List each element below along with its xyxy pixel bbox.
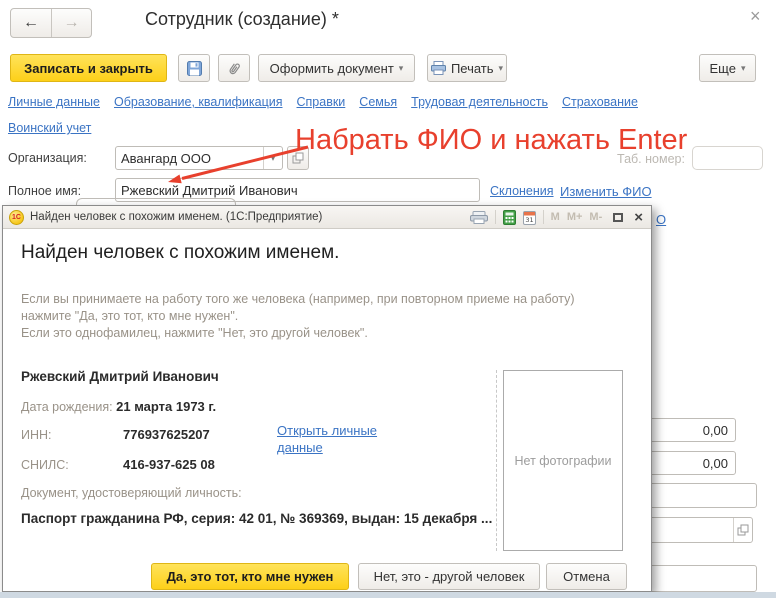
person-full-name: Ржевский Дмитрий Иванович: [21, 369, 219, 384]
tab-military-record[interactable]: Воинский учет: [8, 121, 91, 135]
tab-certificates[interactable]: Справки: [297, 95, 346, 109]
memory-m-button: M: [550, 211, 560, 223]
identity-document-value: Паспорт гражданина РФ, серия: 42 01, № 3…: [21, 511, 493, 526]
calculator-icon[interactable]: [502, 209, 516, 225]
no-photo-label: Нет фотографии: [514, 453, 612, 468]
memory-mminus-button: M-: [589, 211, 603, 223]
floppy-icon: [186, 60, 202, 76]
chevron-down-icon: ▾: [740, 62, 746, 73]
tab-number-input[interactable]: [692, 146, 763, 170]
open-personal-data-link[interactable]: Открыть личные данные: [277, 422, 392, 456]
print-button[interactable]: Печать ▾: [427, 54, 507, 82]
dialog-titlebar[interactable]: 1С Найден человек с похожим именем. (1С:…: [3, 206, 651, 229]
dialog-heading: Найден человек с похожим именем.: [21, 242, 340, 263]
annotation-text: Набрать ФИО и нажать Enter: [295, 124, 688, 156]
birth-date-label: Дата рождения:: [21, 400, 113, 414]
paperclip-icon: [224, 58, 245, 79]
dialog-close-button[interactable]: ×: [634, 210, 643, 225]
declensions-link[interactable]: Склонения: [490, 184, 554, 198]
birth-date-value: 21 марта 1973 г.: [116, 399, 217, 414]
more-button[interactable]: Еще ▾: [699, 54, 756, 82]
titlebar-separator: [494, 210, 496, 224]
identity-document-label: Документ, удостоверяющий личность:: [21, 486, 242, 500]
birth-date-row: Дата рождения: 21 марта 1973 г.: [21, 399, 216, 414]
issue-document-button[interactable]: Оформить документ ▾: [258, 54, 415, 82]
background-open-button[interactable]: [733, 518, 752, 542]
full-name-label: Полное имя:: [8, 184, 82, 198]
close-icon: ×: [750, 6, 761, 26]
close-icon: ×: [634, 208, 643, 226]
photo-placeholder: Нет фотографии: [503, 370, 623, 551]
inn-value: 776937625207: [123, 427, 210, 442]
save-data-icon[interactable]: [469, 210, 488, 224]
inn-label: ИНН:: [21, 428, 52, 442]
similar-person-dialog: 1С Найден человек с похожим именем. (1С:…: [2, 205, 652, 592]
dialog-maximize-button[interactable]: [613, 212, 624, 222]
attach-button[interactable]: [218, 54, 250, 82]
forward-icon: →: [63, 14, 80, 31]
history-nav: ← →: [10, 8, 92, 38]
back-button[interactable]: ←: [11, 9, 51, 37]
section-tabs: Личные данные Образование, квалификация …: [8, 95, 638, 109]
photo-separator: [496, 370, 497, 551]
calendar-icon[interactable]: 31: [522, 210, 536, 225]
save-button[interactable]: [178, 54, 210, 82]
tab-education[interactable]: Образование, квалификация: [114, 95, 283, 109]
snils-label: СНИЛС:: [21, 458, 69, 472]
hidden-link-fragment[interactable]: О: [656, 212, 666, 227]
employee-window: ← → Сотрудник (создание) * × Записать и …: [0, 0, 776, 598]
dialog-title: Найден человек с похожим именем. (1С:Пре…: [30, 211, 323, 223]
tab-insurance[interactable]: Страхование: [562, 95, 638, 109]
save-and-close-button[interactable]: Записать и закрыть: [10, 54, 167, 82]
window-close-button[interactable]: ×: [750, 6, 761, 27]
dialog-description: Если вы принимаете на работу того же чел…: [21, 292, 575, 340]
memory-mplus-button: M+: [566, 211, 583, 223]
cancel-button[interactable]: Отмена: [546, 563, 627, 590]
tab-work-activity[interactable]: Трудовая деятельность: [411, 95, 548, 109]
chevron-down-icon: ▾: [498, 62, 504, 73]
svg-text:31: 31: [525, 216, 533, 224]
printer-icon: [430, 61, 446, 75]
tab-personal-data[interactable]: Личные данные: [8, 95, 100, 109]
annotation-arrow: [168, 145, 309, 184]
1c-logo-icon: 1С: [9, 209, 24, 225]
tab-family[interactable]: Семья: [359, 95, 397, 109]
forward-button[interactable]: →: [51, 9, 91, 37]
titlebar-separator: [542, 210, 544, 224]
chevron-down-icon: ▾: [398, 62, 404, 73]
change-name-link[interactable]: Изменить ФИО: [560, 184, 652, 199]
organization-label: Организация:: [8, 151, 87, 165]
open-link-icon: [737, 524, 749, 536]
yes-button[interactable]: Да, это тот, кто мне нужен: [151, 563, 349, 590]
window-bottom-edge: [0, 592, 776, 598]
page-title: Сотрудник (создание) *: [145, 9, 339, 29]
back-icon: ←: [23, 14, 39, 31]
snils-value: 416-937-625 08: [123, 457, 215, 472]
no-button[interactable]: Нет, это - другой человек: [358, 563, 540, 590]
